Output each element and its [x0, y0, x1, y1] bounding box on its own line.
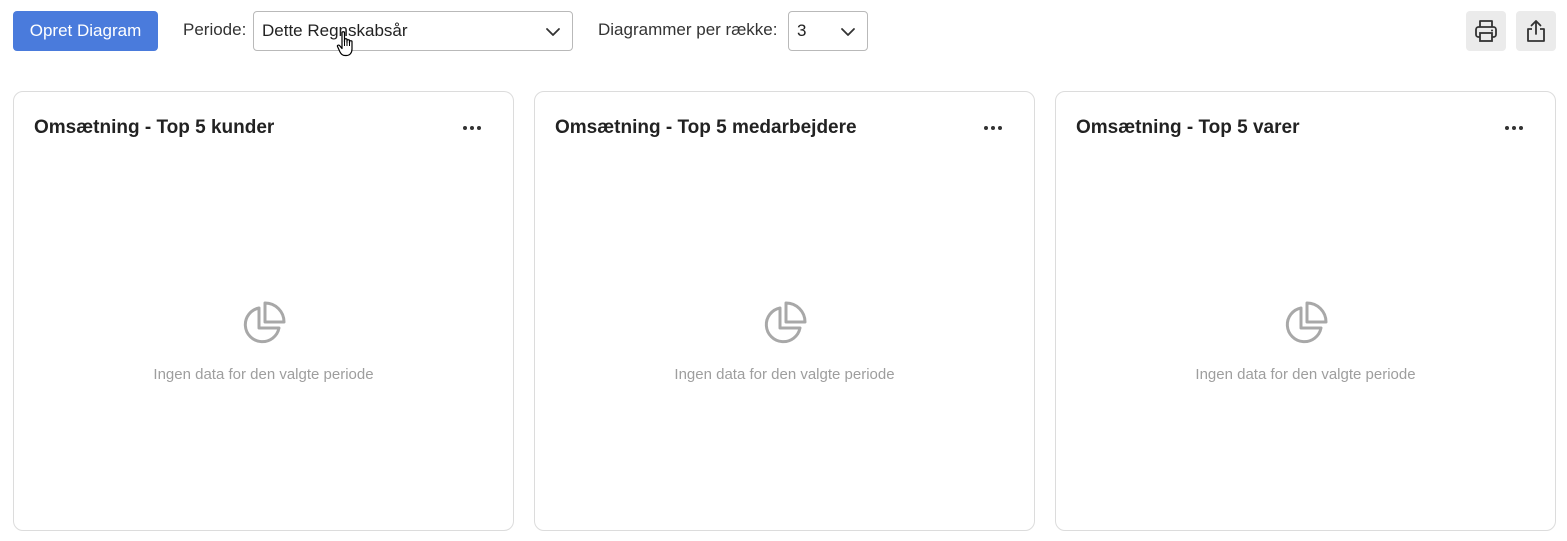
chevron-down-icon — [841, 28, 855, 36]
card-title: Omsætning - Top 5 varer — [1076, 117, 1300, 138]
print-button[interactable] — [1466, 11, 1506, 51]
per-row-select[interactable]: 3 — [788, 11, 868, 51]
card-title: Omsætning - Top 5 kunder — [34, 117, 275, 138]
period-label: Periode: — [183, 20, 247, 39]
period-select-value: Dette Regnskabsår — [262, 21, 408, 40]
more-horizontal-icon — [984, 126, 1002, 130]
create-diagram-button[interactable]: Opret Diagram — [13, 11, 158, 51]
chart-card-top5-items: Omsætning - Top 5 varer Ingen data for d… — [1055, 91, 1556, 531]
hand-cursor-icon — [336, 31, 353, 57]
chart-card-top5-customers: Omsætning - Top 5 kunder Ingen data for … — [13, 91, 514, 531]
empty-state-message: Ingen data for den valgte periode — [1195, 366, 1416, 383]
period-select[interactable]: Dette Regnskabsår — [253, 11, 573, 51]
per-row-select-value: 3 — [797, 21, 807, 40]
printer-icon — [1475, 20, 1497, 42]
per-row-label: Diagrammer per række: — [598, 20, 778, 39]
more-horizontal-icon — [463, 126, 481, 130]
pie-chart-icon — [243, 301, 286, 344]
empty-state-message: Ingen data for den valgte periode — [153, 366, 374, 383]
card-menu-button[interactable] — [461, 118, 483, 138]
card-menu-button[interactable] — [1503, 118, 1525, 138]
pie-chart-icon — [764, 301, 807, 344]
card-menu-button[interactable] — [982, 118, 1004, 138]
empty-state-message: Ingen data for den valgte periode — [674, 366, 895, 383]
chevron-down-icon — [546, 28, 560, 36]
chart-card-top5-employees: Omsætning - Top 5 medarbejdere Ingen dat… — [534, 91, 1035, 531]
share-icon — [1527, 20, 1545, 42]
share-button[interactable] — [1516, 11, 1556, 51]
card-title: Omsætning - Top 5 medarbejdere — [555, 117, 857, 138]
toolbar: Opret Diagram Periode: Dette Regnskabsår… — [0, 0, 1567, 62]
more-horizontal-icon — [1505, 126, 1523, 130]
pie-chart-icon — [1285, 301, 1328, 344]
